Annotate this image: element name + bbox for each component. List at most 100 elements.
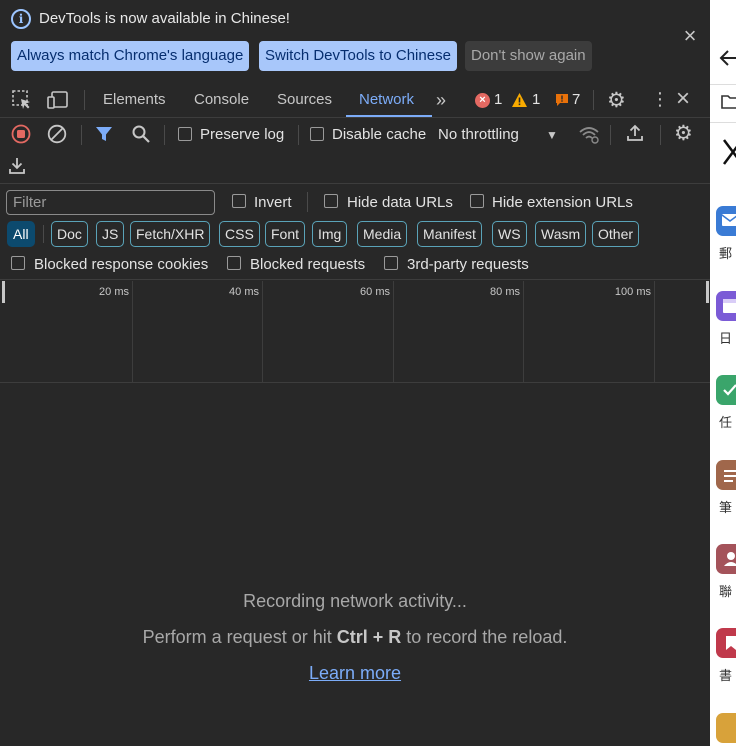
calendar-app-icon[interactable] [716,291,736,321]
learn-more-row: Learn more [0,663,710,684]
warning-count[interactable]: 1 [532,91,540,108]
type-filter-media[interactable]: Media [357,221,408,247]
filter-funnel-icon[interactable] [95,125,113,148]
preserve-log-label[interactable]: Preserve log [200,126,284,143]
toolbar-divider [610,125,611,145]
inspect-element-icon[interactable] [11,89,33,116]
mail-app-icon[interactable] [716,206,736,236]
language-infobar: i DevTools is now available in Chinese! … [0,0,710,82]
panel-divider [710,122,736,123]
type-filter-wasm[interactable]: Wasm [535,221,587,247]
notes-app-label: 筆 [719,500,733,515]
blocked-requests-checkbox[interactable] [227,256,241,270]
invert-label[interactable]: Invert [254,194,292,211]
timeline-gridline [523,281,524,383]
mail-app-label: 郵 [719,246,733,261]
type-filter-manifest[interactable]: Manifest [417,221,482,247]
more-tabs-icon[interactable]: » [436,90,446,111]
type-filter-ws[interactable]: WS [492,221,527,247]
timeline-gridline [654,281,655,383]
notes-app-icon[interactable] [716,460,736,490]
timeline-gridline [393,281,394,383]
blocked-response-cookies-label[interactable]: Blocked response cookies [34,256,208,273]
main-tabbar: Elements Console Sources Network » × 1 1… [0,82,710,118]
network-conditions-icon[interactable] [578,124,600,149]
warning-icon[interactable] [511,92,528,113]
type-filter-fetch-xhr[interactable]: Fetch/XHR [130,221,211,247]
type-filter-doc[interactable]: Doc [51,221,88,247]
third-party-requests-label[interactable]: 3rd-party requests [407,256,529,273]
close-devtools-icon[interactable]: × [676,85,690,113]
disable-cache-label[interactable]: Disable cache [332,126,426,143]
hide-extension-urls-checkbox[interactable] [470,194,484,208]
hide-data-urls-checkbox[interactable] [324,194,338,208]
reload-shortcut-key: Ctrl + R [336,627,402,647]
always-match-language-button[interactable]: Always match Chrome's language [11,41,250,71]
back-arrow-icon[interactable] [717,48,736,73]
type-filter-css[interactable]: CSS [219,221,260,247]
hide-data-urls-label[interactable]: Hide data URLs [347,194,453,211]
issues-icon[interactable] [555,93,569,112]
filter-input[interactable] [6,190,215,215]
issues-count[interactable]: 7 [572,91,580,108]
type-filter-other[interactable]: Other [592,221,640,247]
network-settings-gear-icon[interactable]: ⚙ [674,121,693,146]
disable-cache-checkbox[interactable] [310,127,324,141]
learn-more-link[interactable]: Learn more [309,663,401,683]
more-app-icon[interactable] [716,713,736,743]
info-icon: i [11,9,31,29]
export-har-icon[interactable] [7,156,27,181]
tab-console[interactable]: Console [194,91,249,108]
clear-icon[interactable] [47,124,67,149]
blocked-requests-label[interactable]: Blocked requests [250,256,365,273]
timeline-tick-label: 100 ms [614,286,651,298]
throttling-select[interactable]: No throttling [438,126,519,143]
device-toolbar-icon[interactable] [46,89,70,116]
network-toolbar: Preserve log Disable cache No throttling… [0,118,710,184]
contacts-app-icon[interactable] [716,544,736,574]
more-options-icon[interactable]: ⋮ [651,89,669,110]
tab-sources[interactable]: Sources [277,91,332,108]
type-filter-js[interactable]: JS [96,221,125,247]
error-count[interactable]: 1 [494,91,502,108]
reload-hint-prefix: Perform a request or hit [142,627,337,647]
third-party-requests-checkbox[interactable] [384,256,398,270]
search-icon[interactable] [131,124,151,149]
toolbar-divider [298,125,299,145]
toolbar-divider [660,125,661,145]
record-stop-icon[interactable] [11,124,31,149]
type-filter-font[interactable]: Font [265,221,306,247]
close-icon[interactable]: × [680,25,700,47]
bookmarks-app-icon[interactable] [716,628,736,658]
network-overview-timeline[interactable]: 20 ms 40 ms 60 ms 80 ms 100 ms [0,281,710,383]
type-filter-img[interactable]: Img [312,221,348,247]
chevron-down-icon[interactable]: ▼ [546,128,558,142]
import-har-icon[interactable] [625,123,645,148]
reload-hint-suffix: to record the reload. [401,627,568,647]
toolbar-divider [307,192,308,212]
type-filter-all[interactable]: All [7,221,35,247]
calendar-app-label: 日 [719,331,733,346]
toolbar-divider [164,125,165,145]
dont-show-again-button[interactable]: Don't show again [465,41,592,71]
toolbar-divider [84,90,85,110]
tab-network[interactable]: Network [359,91,414,108]
timeline-gridline [262,281,263,383]
overview-right-handle[interactable] [706,281,709,303]
preserve-log-checkbox[interactable] [178,127,192,141]
hide-extension-urls-label[interactable]: Hide extension URLs [492,194,633,211]
error-icon[interactable]: × [475,93,490,108]
tab-elements[interactable]: Elements [103,91,166,108]
blocked-response-cookies-checkbox[interactable] [11,256,25,270]
invert-checkbox[interactable] [232,194,246,208]
switch-to-chinese-button[interactable]: Switch DevTools to Chinese [259,41,457,71]
panel-divider [710,84,736,85]
overview-left-handle[interactable] [2,281,5,303]
timeline-tick-label: 40 ms [229,286,259,298]
timeline-tick-label: 60 ms [360,286,390,298]
settings-gear-icon[interactable]: ⚙ [607,88,626,113]
folder-icon[interactable] [720,92,736,117]
devtools-panel: i DevTools is now available in Chinese! … [0,0,710,746]
toolbar-divider [593,90,594,110]
tasks-app-icon[interactable] [716,375,736,405]
